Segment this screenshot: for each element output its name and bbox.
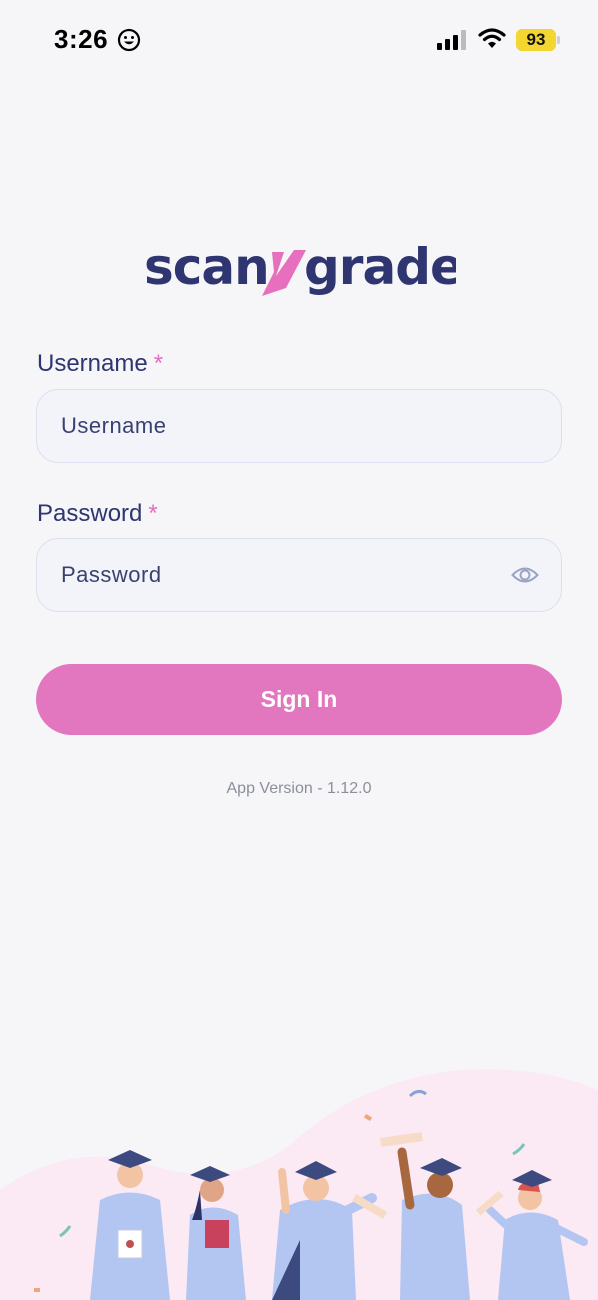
logo-text-scan: scan (144, 238, 269, 296)
required-asterisk: * (153, 350, 164, 377)
password-label-text: Password (37, 500, 143, 527)
show-password-eye-icon[interactable] (511, 563, 539, 587)
password-field-box[interactable] (36, 538, 562, 612)
username-field-box[interactable] (36, 389, 562, 463)
battery-icon: 93 (516, 29, 556, 51)
cellular-signal-icon (437, 30, 466, 50)
logo-text-grade: grade (304, 238, 456, 296)
scangrade-logo: scan grade (144, 238, 456, 296)
username-input[interactable] (61, 390, 491, 462)
status-bar: 3:26 93 (0, 0, 598, 80)
status-time: 3:26 (54, 24, 109, 54)
username-label: Username * (37, 350, 163, 378)
wifi-icon (478, 28, 506, 48)
battery-nub (557, 36, 560, 44)
password-label: Password * (37, 500, 158, 528)
sign-in-button[interactable]: Sign In (36, 664, 562, 735)
app-version-text: App Version - 1.12.0 (226, 780, 372, 797)
required-asterisk: * (148, 500, 158, 527)
graduates-illustration (0, 1069, 598, 1300)
smiley-icon (117, 28, 141, 52)
confetti (34, 1288, 40, 1292)
username-label-text: Username (37, 350, 148, 377)
password-input[interactable] (61, 539, 491, 611)
